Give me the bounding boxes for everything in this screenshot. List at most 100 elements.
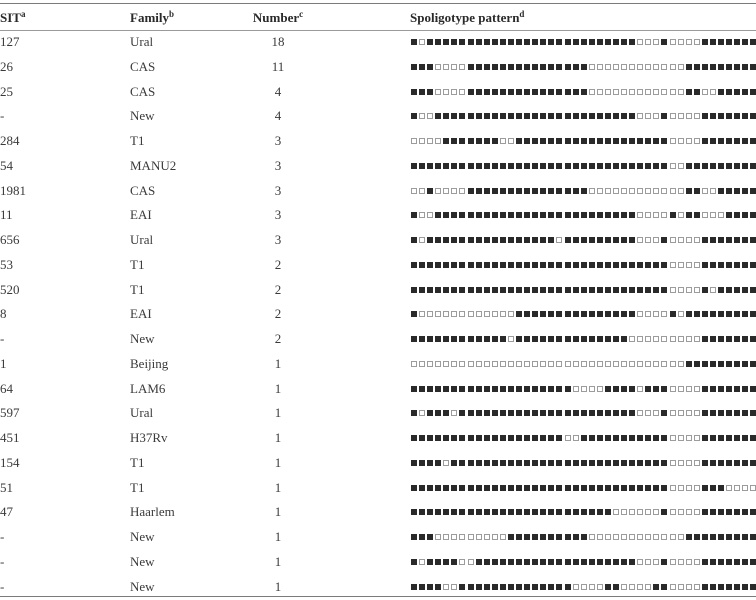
spacer-absent [491, 534, 498, 540]
spacer-absent [677, 63, 684, 70]
spacer-present [572, 534, 579, 540]
spacer-present [475, 187, 482, 194]
cell-number: 1 [274, 479, 282, 495]
spacer-present [467, 237, 474, 243]
spacer-present [507, 63, 514, 70]
spacer-present [491, 212, 498, 219]
spacer-present [467, 39, 474, 45]
spacer-present [604, 410, 611, 417]
spacer-absent [693, 558, 700, 565]
spacer-present [596, 286, 603, 293]
cell-number: 1 [274, 504, 282, 520]
spacer-present [726, 534, 733, 540]
spacer-present [709, 459, 716, 466]
spacer-present [435, 237, 442, 243]
spacer-absent [693, 509, 700, 516]
cell-family: T1 [130, 454, 145, 470]
spacer-present [451, 39, 458, 45]
spacer-absent [645, 237, 652, 243]
spacer-absent [596, 63, 603, 70]
spacer-absent [685, 261, 692, 268]
spacer-present [435, 113, 442, 120]
spacer-present [532, 88, 539, 95]
table-row: - New 1 [0, 526, 756, 551]
spacer-absent [604, 360, 611, 367]
spacer-present [596, 509, 603, 516]
spacer-present [516, 385, 523, 392]
spacer-present [556, 484, 563, 491]
spacer-present [459, 336, 466, 342]
spacer-absent [427, 138, 434, 144]
spacer-present [499, 583, 506, 590]
spacer-absent [419, 212, 426, 219]
spacer-present [491, 39, 498, 45]
spacer-present [459, 286, 466, 293]
spacer-present [427, 583, 434, 590]
spacer-present [742, 459, 749, 466]
spacer-present [701, 534, 708, 540]
spacer-present [475, 286, 482, 293]
spacer-absent [677, 237, 684, 243]
spacer-present [701, 509, 708, 516]
spacer-present [596, 459, 603, 466]
spacer-present [443, 212, 450, 219]
cell-sit: 597 [0, 405, 20, 421]
spacer-present [419, 162, 426, 169]
spacer-present [701, 360, 708, 367]
spacer-absent [734, 484, 741, 491]
spacer-present [435, 286, 442, 293]
spacer-present [693, 88, 700, 95]
spacer-present [427, 459, 434, 466]
spacer-absent [677, 435, 684, 441]
cell-spoligotype-pattern [410, 427, 756, 451]
spacer-present [709, 558, 716, 565]
spacer-present [540, 484, 547, 491]
spacer-absent [669, 558, 676, 565]
table-row: 11 EAI 3 [0, 204, 756, 229]
spacer-present [483, 336, 490, 342]
spacer-present [564, 88, 571, 95]
spacer-absent [580, 583, 587, 590]
spacer-present [726, 162, 733, 169]
spacer-present [742, 509, 749, 516]
table-row: 26 CAS 11 [0, 56, 756, 81]
table-row: 64 LAM6 1 [0, 378, 756, 403]
spacer-present [750, 435, 756, 441]
spacer-absent [427, 113, 434, 120]
spacer-absent [637, 410, 644, 417]
spacer-present [588, 138, 595, 144]
spacer-present [701, 435, 708, 441]
spacer-present [548, 435, 555, 441]
spacer-present [451, 212, 458, 219]
spacer-present [524, 311, 531, 318]
spacer-present [419, 509, 426, 516]
spacer-present [580, 88, 587, 95]
spacer-present [718, 385, 725, 392]
table-row: 1 Beijing 1 [0, 353, 756, 378]
spacer-absent [677, 484, 684, 491]
spacer-present [532, 261, 539, 268]
spacer-absent [693, 336, 700, 342]
spacer-absent [693, 286, 700, 293]
spacer-present [645, 484, 652, 491]
spacer-absent [451, 63, 458, 70]
spacer-present [435, 583, 442, 590]
spacer-present [588, 311, 595, 318]
spacer-present [564, 113, 571, 120]
spacer-absent [475, 360, 482, 367]
spacer-present [548, 509, 555, 516]
spacer-present [524, 138, 531, 144]
spacer-absent [419, 39, 426, 45]
spacer-present [661, 261, 668, 268]
spacer-present [483, 187, 490, 194]
spacer-present [629, 410, 636, 417]
table-row: - New 2 [0, 328, 756, 353]
spacer-present [604, 39, 611, 45]
spacer-present [427, 509, 434, 516]
spacer-absent [443, 311, 450, 318]
spacer-present [516, 336, 523, 342]
table-row: - New 1 [0, 551, 756, 576]
spacer-present [451, 162, 458, 169]
spacer-present [443, 558, 450, 565]
spacer-absent [507, 138, 514, 144]
